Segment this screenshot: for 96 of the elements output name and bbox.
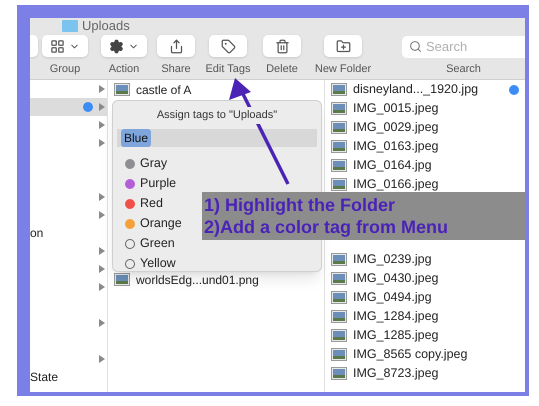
file-row[interactable]: disneyland..._1920.jpg	[331, 80, 519, 99]
file-row[interactable]: IMG_0015.jpeg	[331, 99, 519, 118]
file-name: IMG_1285.jpeg	[353, 327, 438, 344]
tag-option[interactable]: Orange	[125, 214, 182, 234]
file-name: IMG_0494.jpg	[353, 289, 432, 306]
image-thumbnail-icon	[331, 253, 347, 266]
file-name: IMG_8565 copy.jpeg	[353, 346, 468, 364]
disclosure-triangle-icon[interactable]	[99, 355, 105, 363]
popup-title: Assign tags to "Uploads"	[156, 107, 278, 124]
disclosure-triangle-icon[interactable]	[99, 139, 105, 147]
disclosure-triangle-icon[interactable]	[99, 211, 105, 219]
image-thumbnail-icon	[331, 272, 347, 285]
file-name: IMG_0430.jpeg	[353, 270, 438, 288]
trash-icon	[274, 38, 290, 54]
disclosure-triangle-icon[interactable]	[99, 319, 105, 327]
file-name: IMG_1284.jpeg	[353, 308, 438, 326]
tag-token[interactable]: Blue	[121, 128, 152, 146]
file-row[interactable]: IMG_1284.jpeg	[331, 307, 519, 326]
folder-icon	[336, 38, 350, 54]
tag-name: Orange	[140, 215, 182, 232]
disclosure-triangle-icon[interactable]	[99, 265, 105, 273]
disclosure-triangle-icon[interactable]	[99, 283, 105, 291]
disclosure-triangle-icon[interactable]	[99, 85, 105, 93]
toolbar-label: Search	[446, 62, 481, 77]
tag-name: Purple	[140, 175, 176, 192]
file-name: IMG_0015.jpeg	[353, 100, 438, 118]
tag-input-field[interactable]: Blue	[117, 128, 317, 146]
annotation-text: 2)Add a color tag from Menu	[204, 216, 450, 238]
image-thumbnail-icon	[331, 310, 347, 323]
image-thumbnail-icon	[331, 291, 347, 304]
grid-icon	[50, 38, 65, 54]
image-thumbnail-icon	[331, 102, 347, 115]
file-name: castle of A	[136, 82, 192, 98]
image-thumbnail-icon	[331, 178, 347, 191]
toolbar-button[interactable]	[209, 35, 247, 57]
toolbar-label: Delete	[266, 62, 298, 77]
tag-name: Red	[140, 195, 163, 212]
image-thumbnail-icon	[331, 140, 347, 153]
search-field[interactable]: Search	[402, 36, 525, 58]
image-thumbnail-icon	[331, 121, 347, 134]
image-thumbnail-icon	[331, 329, 347, 342]
file-row[interactable]: IMG_1285.jpeg	[331, 326, 519, 345]
toolbar-label: Edit Tags	[205, 62, 251, 77]
toolbar-button[interactable]	[263, 35, 301, 57]
file-name: IMG_0239.jpg	[353, 251, 432, 268]
toolbar-button[interactable]	[42, 35, 88, 57]
file-name: IMG_8723.jpeg	[353, 365, 438, 382]
selected-row-highlight[interactable]	[30, 98, 107, 116]
image-thumbnail-icon	[114, 83, 130, 96]
folder-name: on	[30, 226, 44, 240]
toolbar-button[interactable]	[324, 35, 362, 57]
gear-icon	[109, 38, 124, 54]
file-row[interactable]: IMG_8723.jpeg	[331, 364, 519, 383]
file-row[interactable]: IMG_0163.jpeg	[331, 137, 519, 156]
folder-icon	[62, 20, 78, 32]
tag-name: Yellow	[140, 255, 176, 272]
toolbar-label: Group	[50, 62, 80, 77]
image-thumbnail-icon	[331, 348, 347, 361]
tag-option[interactable]: Yellow	[125, 254, 176, 274]
tag-name: Green	[140, 235, 175, 252]
file-name: IMG_0166.jpeg	[353, 176, 438, 194]
image-thumbnail-icon	[331, 159, 347, 172]
disclosure-triangle-icon[interactable]	[99, 121, 105, 129]
folder-name: State	[30, 370, 58, 384]
file-row[interactable]: IMG_8565 copy.jpeg	[331, 345, 519, 364]
toolbar-button[interactable]	[157, 35, 195, 57]
image-thumbnail-icon	[331, 83, 347, 96]
window-title: Uploads	[82, 19, 130, 32]
disclosure-triangle-icon[interactable]	[99, 247, 105, 255]
disclosure-triangle-icon[interactable]	[99, 193, 105, 201]
file-row[interactable]: IMG_0494.jpg	[331, 288, 519, 307]
search-icon	[409, 40, 422, 53]
toolbar-label: New Folder	[314, 62, 372, 77]
file-name: worldsEdg...und01.png	[136, 272, 259, 288]
tag-option[interactable]: Gray	[125, 154, 168, 174]
file-row[interactable]: IMG_0166.jpeg	[331, 175, 519, 194]
toolbar-label: Action	[108, 62, 140, 77]
file-row[interactable]: IMG_0029.jpeg	[331, 118, 519, 137]
file-row[interactable]: IMG_0430.jpeg	[331, 269, 519, 288]
file-name: IMG_0163.jpeg	[353, 138, 438, 156]
tag-option[interactable]: Red	[125, 194, 163, 214]
tag-icon	[220, 38, 236, 54]
disclosure-triangle-icon[interactable]	[99, 103, 105, 111]
file-row[interactable]: IMG_0164.jpg	[331, 156, 519, 175]
toolbar-button[interactable]	[101, 35, 147, 57]
tag-name: Gray	[140, 155, 168, 172]
file-row[interactable]: IMG_0239.jpg	[331, 250, 519, 269]
share-icon	[168, 38, 184, 54]
tag-option[interactable]: Purple	[125, 174, 176, 194]
image-thumbnail-icon	[331, 367, 347, 380]
toolbar-label: Share	[161, 62, 191, 77]
file-name: disneyland..._1920.jpg	[353, 81, 478, 98]
annotation-text: 1) Highlight the Folder	[204, 194, 396, 216]
file-name: IMG_0164.jpg	[353, 157, 432, 174]
tag-option[interactable]: Green	[125, 234, 175, 254]
file-name: IMG_0029.jpeg	[353, 119, 438, 136]
